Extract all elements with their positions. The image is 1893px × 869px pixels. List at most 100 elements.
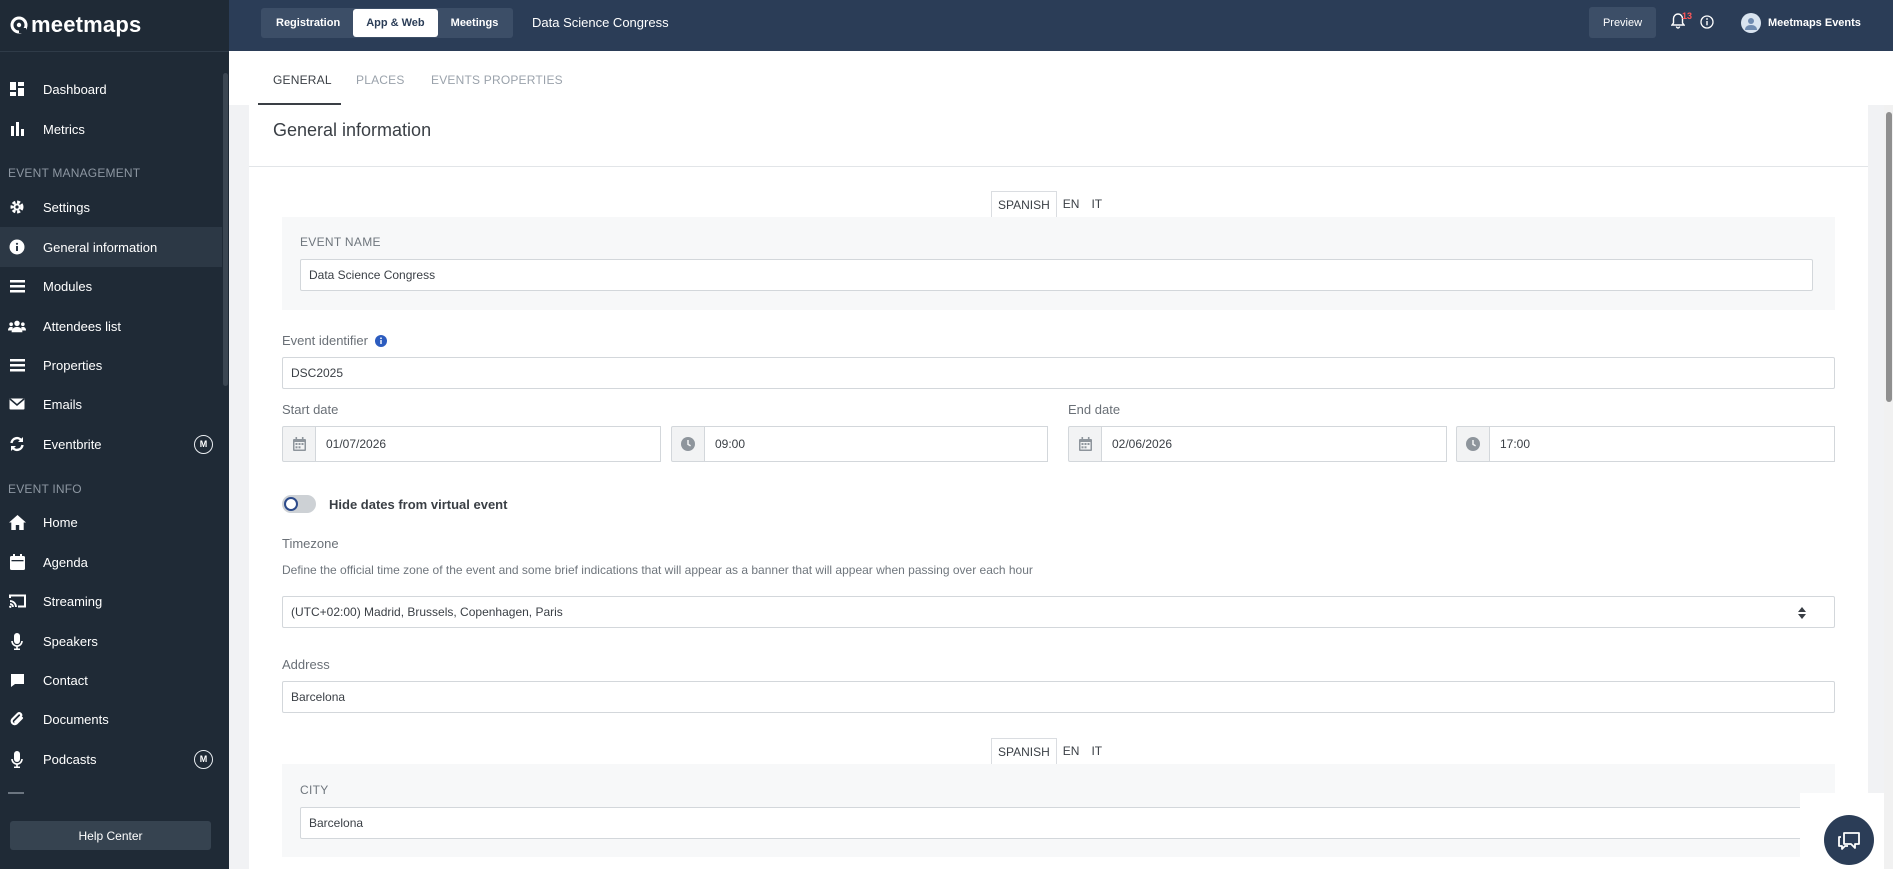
segment-app-web[interactable]: App & Web [353,9,438,37]
sidebar-item-contact[interactable]: Contact [0,660,222,700]
start-time-input[interactable]: 09:00 [705,426,1048,462]
paperclip-icon [8,710,26,728]
tab-places[interactable]: PLACES [356,73,405,87]
module-badge: M [194,749,213,769]
info-circle-icon[interactable] [1700,15,1714,29]
help-center-button[interactable]: Help Center [10,821,211,850]
product-switcher: Registration App & Web Meetings [261,8,514,38]
address-input[interactable]: Barcelona [282,681,1835,713]
start-date-input[interactable]: 01/07/2026 [316,426,661,462]
clock-icon [671,426,705,462]
sidebar-item-agenda[interactable]: Agenda [0,542,222,582]
lang-tab-spanish[interactable]: SPANISH [991,191,1057,217]
calendar-icon [8,553,26,571]
sidebar-item-label: Attendees list [43,318,122,334]
sidebar-item-speakers[interactable]: Speakers [0,621,222,661]
timezone-selected-value: (UTC+02:00) Madrid, Brussels, Copenhagen… [291,605,563,619]
clock-icon [1456,426,1490,462]
lang-tab-en[interactable]: EN [1057,191,1086,217]
address-label: Address [282,657,330,672]
tab-general[interactable]: GENERAL [273,73,332,87]
lang-tab-spanish[interactable]: SPANISH [991,738,1057,764]
sort-arrows-icon [1798,607,1806,619]
sidebar-item-label: Emails [43,396,83,412]
sidebar-item-general-information[interactable]: General information [0,227,222,267]
section-event-management: EVENT MANAGEMENT [8,166,141,180]
language-tabs: SPANISH EN IT [991,738,1108,764]
list-icon [8,277,26,295]
sidebar-item-label: Streaming [43,593,103,609]
event-name-input[interactable]: Data Science Congress [300,259,1813,291]
lang-tab-it[interactable]: IT [1085,191,1108,217]
end-date-label: End date [1068,402,1121,417]
city-panel: CITY Barcelona [282,764,1835,857]
chat-bubbles-icon [1838,832,1860,850]
end-time-input[interactable]: 17:00 [1490,426,1835,462]
sidebar-item-attendees-list[interactable]: Attendees list [0,306,222,346]
preview-button[interactable]: Preview [1589,7,1656,38]
page-tabs: GENERAL PLACES EVENTS PROPERTIES [229,51,1893,105]
sidebar-item-label: Metrics [43,121,85,137]
sidebar-item-podcasts[interactable]: Podcasts M [0,739,222,779]
users-icon [8,317,26,335]
calendar-icon [282,426,316,462]
event-title: Data Science Congress [532,15,669,30]
sidebar-item-emails[interactable]: Emails [0,384,222,424]
chat-widget-button[interactable] [1824,815,1874,865]
timezone-select[interactable]: (UTC+02:00) Madrid, Brussels, Copenhagen… [282,596,1835,628]
notification-count-badge: 13 [1682,11,1693,21]
user-name[interactable]: Meetmaps Events [1768,17,1861,29]
sidebar-item-label: Speakers [43,633,98,649]
sidebar-item-home[interactable]: Home [0,502,222,542]
event-identifier-label: Event identifier [282,333,387,348]
general-information-card: General information SPANISH EN IT EVENT … [249,105,1868,869]
event-name-label: EVENT NAME [300,235,381,249]
city-input[interactable]: Barcelona [300,807,1813,839]
sidebar-item-label: Documents [43,711,109,727]
sidebar-item-properties[interactable]: Properties [0,345,222,385]
cast-icon [8,592,26,610]
sidebar-item-streaming[interactable]: Streaming [0,581,222,621]
sidebar-item-documents[interactable]: Documents [0,699,222,739]
info-icon[interactable] [374,335,387,347]
start-date-label: Start date [282,402,339,417]
bar-chart-icon [8,120,26,138]
sidebar-item-partial [8,792,24,795]
module-badge: M [194,434,213,454]
page-scrollbar[interactable] [1886,112,1892,402]
hide-dates-toggle[interactable] [282,495,316,513]
end-date-input[interactable]: 02/06/2026 [1102,426,1447,462]
meetmaps-logo-icon [10,16,28,34]
segment-registration[interactable]: Registration [263,9,353,37]
microphone-icon [8,632,26,650]
sidebar-scrollbar[interactable] [223,73,228,386]
envelope-icon [8,395,26,413]
sidebar-item-metrics[interactable]: Metrics [0,109,222,149]
lang-tab-it[interactable]: IT [1085,738,1108,764]
avatar[interactable] [1741,13,1761,33]
sidebar-item-label: Contact [43,672,88,688]
sidebar-item-label: Settings [43,199,90,215]
sidebar-item-label: Properties [43,357,103,373]
gear-icon [8,198,26,216]
sidebar-item-eventbrite[interactable]: Eventbrite M [0,424,222,464]
brand-logo[interactable]: meetmaps [10,12,141,38]
sync-icon [8,435,26,453]
lang-tab-en[interactable]: EN [1057,738,1086,764]
tab-events-properties[interactable]: EVENTS PROPERTIES [431,73,563,87]
timezone-label: Timezone [282,536,339,551]
event-identifier-input[interactable]: DSC2025 [282,357,1835,389]
hide-dates-label: Hide dates from virtual event [329,497,508,512]
brand-name: meetmaps [31,12,142,37]
segment-meetings[interactable]: Meetings [438,9,512,37]
sidebar: meetmaps Dashboard Metrics EVENT MANAGEM… [0,0,229,869]
calendar-icon [1068,426,1102,462]
sidebar-item-label: Dashboard [43,81,107,97]
city-label: CITY [300,783,329,797]
event-name-panel: EVENT NAME Data Science Congress [282,217,1835,310]
timezone-help-text: Define the official time zone of the eve… [282,563,1033,577]
sidebar-item-modules[interactable]: Modules [0,266,222,306]
sidebar-item-settings[interactable]: Settings [0,187,222,227]
sidebar-item-dashboard[interactable]: Dashboard [0,69,222,109]
sidebar-item-label: Modules [43,278,93,294]
